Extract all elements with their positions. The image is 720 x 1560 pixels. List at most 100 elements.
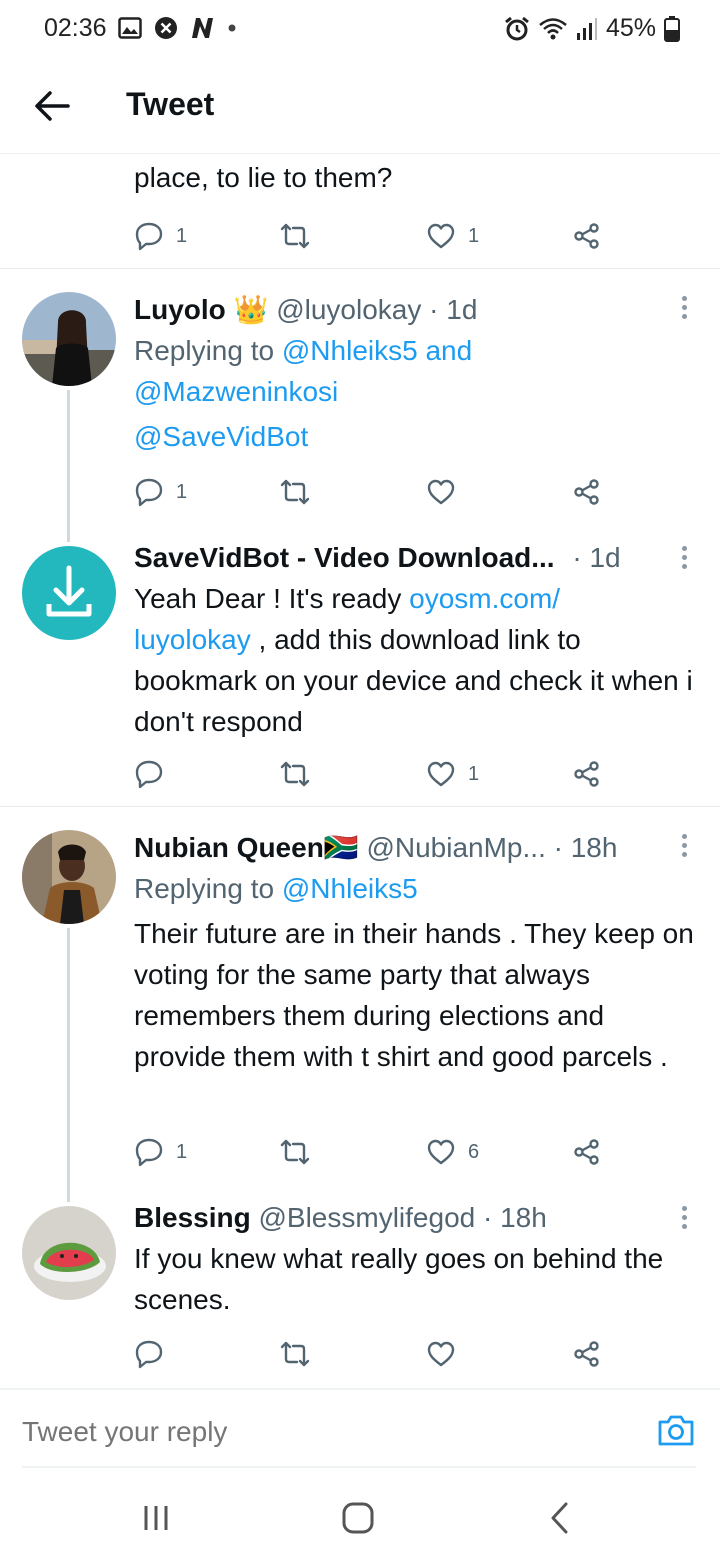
mention-link[interactable]: @Nhleiks5 [282, 873, 418, 904]
mention-link[interactable]: @Mazweninkosi [134, 376, 338, 407]
n-app-icon [192, 18, 213, 38]
share-icon [574, 1341, 599, 1367]
like-button[interactable]: 1 [426, 754, 479, 794]
share-button[interactable] [572, 754, 602, 794]
tweet-actions: 1 1 [134, 216, 604, 256]
tweet-text: Yeah Dear ! It's ready oyosm.com/luyolok… [134, 578, 694, 742]
reply-icon [135, 1340, 163, 1369]
share-icon [574, 1139, 599, 1165]
avatar[interactable] [22, 292, 116, 386]
retweet-button[interactable] [280, 754, 310, 794]
blocked-notification-icon [155, 17, 177, 39]
thread-line [67, 390, 70, 542]
share-button[interactable] [572, 1334, 602, 1374]
tweet-header: SaveVidBot - Video Download... · 1d [134, 540, 694, 576]
heart-icon [427, 1341, 455, 1367]
share-button[interactable] [572, 472, 602, 512]
more-options-icon[interactable] [678, 1206, 690, 1232]
author-name[interactable]: Nubian Queen [134, 832, 324, 863]
dot-icon [228, 24, 236, 32]
tweet-time: · 18h [483, 1202, 547, 1233]
retweet-icon [280, 223, 310, 249]
tweet-time: · 1d [572, 542, 621, 573]
signal-icon [576, 17, 597, 40]
reply-button[interactable]: 1 [134, 1132, 187, 1172]
tweet-time: · 1d [429, 294, 478, 325]
mention-link[interactable]: @Nhleiks5 [282, 335, 418, 366]
tweet-actions [134, 1334, 604, 1374]
retweet-button[interactable] [280, 1334, 310, 1374]
reply-count: 1 [176, 224, 188, 247]
back-nav-icon[interactable] [540, 1498, 580, 1538]
divider [0, 268, 720, 269]
retweet-icon [280, 1139, 310, 1165]
tweet-text[interactable]: @SaveVidBot [134, 416, 694, 457]
author-handle[interactable]: @NubianMp... [366, 832, 545, 863]
reply-icon [135, 222, 163, 251]
like-button[interactable] [426, 472, 468, 512]
reply-icon [135, 1138, 163, 1167]
url-link[interactable]: luyolokay [134, 624, 251, 655]
retweet-button[interactable] [280, 1132, 310, 1172]
share-button[interactable] [572, 216, 602, 256]
camera-icon[interactable] [656, 1410, 696, 1450]
tweet-header: Luyolo 👑 @luyolokay · 1d [134, 292, 694, 328]
share-button[interactable] [572, 1132, 602, 1172]
like-count: 1 [468, 224, 480, 247]
download-icon [46, 565, 92, 617]
replying-and[interactable]: and [425, 335, 472, 366]
tweet-header: Blessing @Blessmylifegod · 18h [134, 1200, 694, 1236]
gallery-notification-icon [118, 17, 142, 39]
reply-count: 1 [176, 480, 188, 503]
replying-prefix: Replying to [134, 335, 275, 366]
tweet: Nubian Queen🇿🇦 @NubianMp... · 18h Replyi… [134, 830, 694, 1077]
avatar[interactable] [22, 1206, 116, 1300]
retweet-button[interactable] [280, 472, 310, 512]
like-button[interactable]: 1 [426, 216, 479, 256]
back-arrow-icon[interactable] [30, 84, 74, 128]
status-bar: 02:36 45% [0, 0, 720, 58]
reply-button[interactable]: 1 [134, 216, 187, 256]
home-icon[interactable] [338, 1498, 378, 1538]
recent-apps-icon[interactable] [136, 1498, 176, 1538]
author-name[interactable]: SaveVidBot - Video Download... [134, 542, 555, 573]
alarm-icon [505, 16, 529, 40]
reply-button[interactable] [134, 1334, 176, 1374]
reply-button[interactable]: 1 [134, 472, 187, 512]
battery-icon [664, 15, 680, 42]
reply-underline [22, 1466, 696, 1468]
more-options-icon[interactable] [678, 546, 690, 572]
avatar[interactable] [22, 546, 116, 640]
url-link[interactable]: oyosm.com/ [409, 583, 560, 614]
reply-input[interactable] [22, 1414, 582, 1450]
avatar[interactable] [22, 830, 116, 924]
battery-percent: 45% [605, 14, 656, 42]
like-button[interactable]: 6 [426, 1132, 479, 1172]
author-name[interactable]: Luyolo [134, 294, 226, 325]
page-title: Tweet [126, 86, 215, 122]
tweet-actions: 1 6 [134, 1132, 604, 1172]
tweet-text: Their future are in their hands . They k… [134, 918, 694, 1072]
more-options-icon[interactable] [678, 296, 690, 322]
app-header: Tweet [0, 58, 720, 154]
reply-button[interactable] [134, 754, 176, 794]
tweet: Luyolo 👑 @luyolokay · 1d Replying to @Nh… [134, 292, 694, 457]
heart-icon [427, 479, 455, 505]
status-time: 02:36 [44, 14, 107, 42]
share-icon [574, 479, 599, 505]
retweet-icon [280, 1341, 310, 1367]
retweet-button[interactable] [280, 216, 310, 256]
reply-bar [0, 1388, 720, 1468]
author-handle[interactable]: @Blessmylifegod [258, 1202, 475, 1233]
like-button[interactable] [426, 1334, 468, 1374]
tweet-actions: 1 [134, 472, 604, 512]
flag-emoji: 🇿🇦 [323, 832, 359, 863]
tweet-text: If you knew what really goes on behind t… [134, 1243, 664, 1315]
reply-count: 1 [176, 1140, 188, 1163]
author-handle[interactable]: @luyolokay [276, 294, 421, 325]
author-name[interactable]: Blessing [134, 1202, 251, 1233]
reply-icon [135, 760, 163, 789]
tweet: Blessing @Blessmylifegod · 18h If you kn… [134, 1200, 694, 1320]
more-options-icon[interactable] [678, 834, 690, 860]
status-right: 45% [504, 14, 680, 43]
